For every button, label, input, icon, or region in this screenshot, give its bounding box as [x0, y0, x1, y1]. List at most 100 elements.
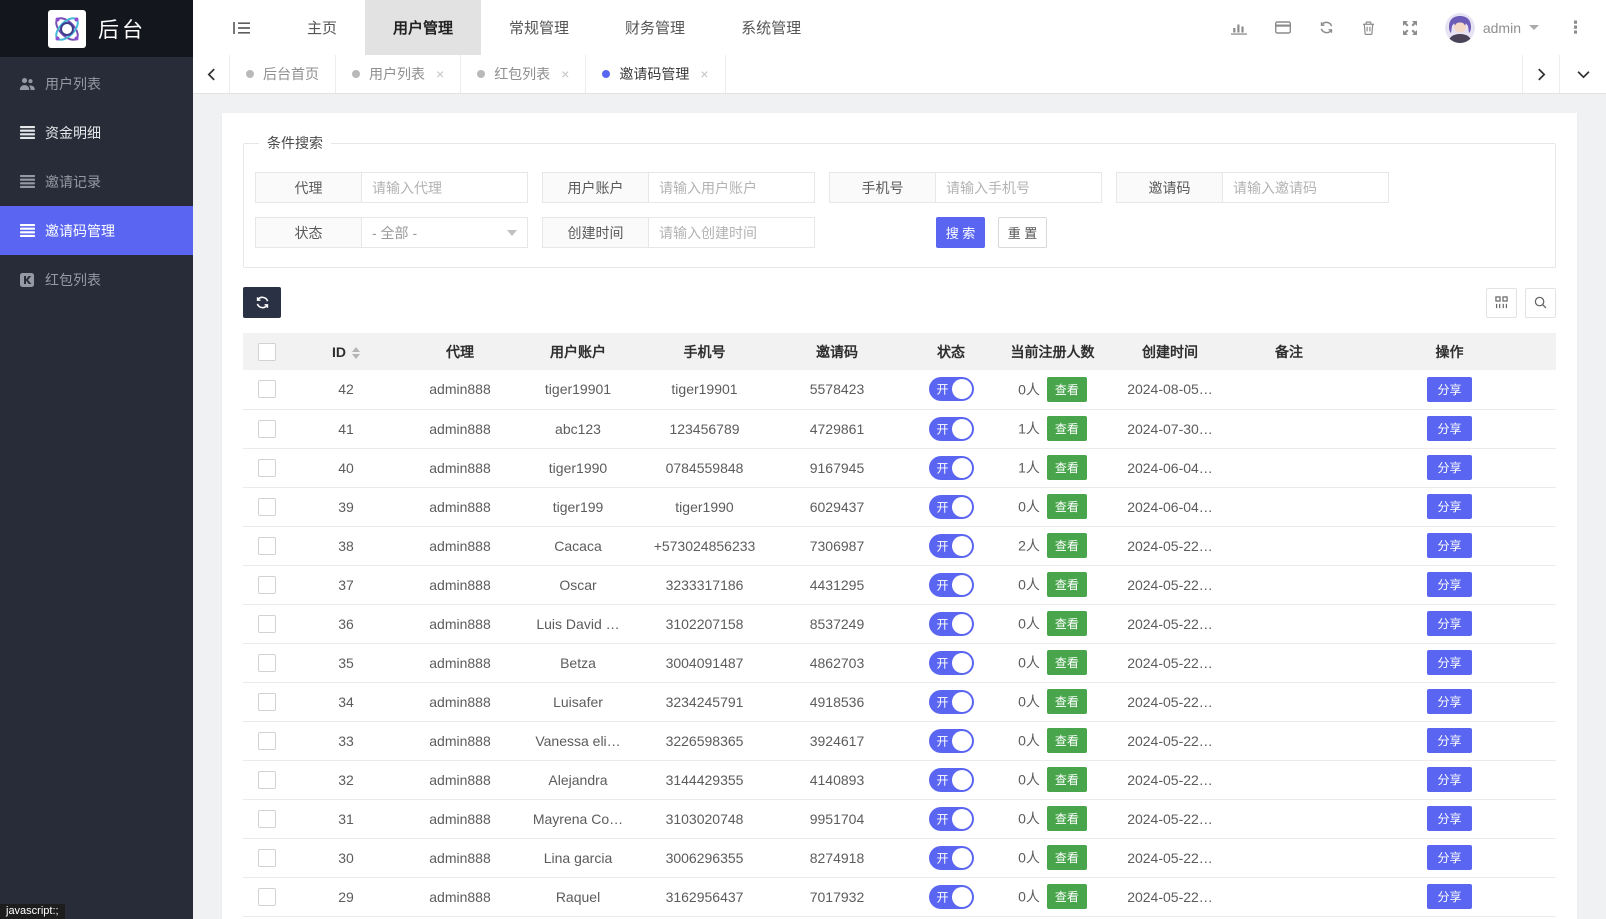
view-button[interactable]: 查看: [1047, 572, 1087, 597]
tab[interactable]: 后台首页: [230, 55, 336, 93]
phone-input[interactable]: [936, 172, 1102, 203]
share-button[interactable]: 分享: [1427, 533, 1471, 558]
agent-input[interactable]: [362, 172, 528, 203]
tab[interactable]: 用户列表 ×: [336, 55, 461, 93]
sort-icon[interactable]: [352, 347, 360, 359]
reset-button[interactable]: 重 置: [998, 217, 1047, 248]
view-button[interactable]: 查看: [1047, 845, 1087, 870]
share-button[interactable]: 分享: [1427, 572, 1471, 597]
share-button[interactable]: 分享: [1427, 806, 1471, 831]
view-button[interactable]: 查看: [1047, 416, 1087, 441]
account-input[interactable]: [649, 172, 815, 203]
top-nav-item[interactable]: 常规管理: [481, 0, 597, 55]
app-logo: 后台: [0, 0, 193, 57]
sidebar-item[interactable]: 资金明细: [0, 108, 193, 157]
status-toggle[interactable]: 开: [929, 807, 974, 831]
row-checkbox[interactable]: [258, 810, 276, 828]
status-toggle[interactable]: 开: [929, 456, 974, 480]
share-button[interactable]: 分享: [1427, 611, 1471, 636]
tabs-scroll-left-icon[interactable]: [193, 55, 230, 93]
search-button[interactable]: 搜 索: [936, 217, 985, 248]
tab[interactable]: 邀请码管理 ×: [586, 55, 725, 93]
share-button[interactable]: 分享: [1427, 416, 1471, 441]
user-menu[interactable]: admin: [1445, 13, 1539, 43]
row-checkbox[interactable]: [258, 888, 276, 906]
top-nav-item[interactable]: 系统管理: [713, 0, 829, 55]
row-checkbox[interactable]: [258, 732, 276, 750]
status-toggle[interactable]: 开: [929, 846, 974, 870]
users-icon: [18, 77, 36, 91]
share-button[interactable]: 分享: [1427, 377, 1471, 402]
columns-grid-icon[interactable]: [1486, 288, 1517, 318]
status-toggle[interactable]: 开: [929, 729, 974, 753]
sidebar-item[interactable]: 邀请记录: [0, 157, 193, 206]
share-button[interactable]: 分享: [1427, 689, 1471, 714]
tabs-menu-chevron-down-icon[interactable]: [1559, 55, 1606, 93]
expand-icon[interactable]: [1403, 21, 1417, 35]
row-checkbox[interactable]: [258, 654, 276, 672]
view-button[interactable]: 查看: [1047, 884, 1087, 909]
tab[interactable]: 红包列表 ×: [461, 55, 586, 93]
status-toggle[interactable]: 开: [929, 885, 974, 909]
view-button[interactable]: 查看: [1047, 728, 1087, 753]
view-button[interactable]: 查看: [1047, 650, 1087, 675]
refresh-icon[interactable]: [1319, 21, 1334, 34]
row-checkbox[interactable]: [258, 849, 276, 867]
tab-close-icon[interactable]: ×: [561, 66, 569, 82]
created-time-input[interactable]: [649, 217, 815, 248]
row-checkbox[interactable]: [258, 498, 276, 516]
view-button[interactable]: 查看: [1047, 455, 1087, 480]
view-button[interactable]: 查看: [1047, 806, 1087, 831]
row-checkbox[interactable]: [258, 537, 276, 555]
row-checkbox[interactable]: [258, 459, 276, 477]
status-toggle[interactable]: 开: [929, 534, 974, 558]
status-toggle[interactable]: 开: [929, 573, 974, 597]
row-checkbox[interactable]: [258, 615, 276, 633]
sidebar-item[interactable]: 红包列表: [0, 255, 193, 304]
status-toggle[interactable]: 开: [929, 651, 974, 675]
tabs-scroll-right-icon[interactable]: [1522, 55, 1559, 93]
status-toggle[interactable]: 开: [929, 612, 974, 636]
row-checkbox[interactable]: [258, 380, 276, 398]
row-checkbox[interactable]: [258, 420, 276, 438]
status-toggle[interactable]: 开: [929, 768, 974, 792]
view-button[interactable]: 查看: [1047, 767, 1087, 792]
view-button[interactable]: 查看: [1047, 377, 1087, 402]
top-nav-item[interactable]: 主页: [279, 0, 365, 55]
status-toggle[interactable]: 开: [929, 417, 974, 441]
sidebar-item[interactable]: 邀请码管理: [0, 206, 193, 255]
collapse-sidebar-icon[interactable]: [233, 0, 251, 55]
status-toggle[interactable]: 开: [929, 495, 974, 519]
view-button[interactable]: 查看: [1047, 689, 1087, 714]
tab-close-icon[interactable]: ×: [700, 66, 708, 82]
share-button[interactable]: 分享: [1427, 767, 1471, 792]
sidebar-item[interactable]: 用户列表: [0, 59, 193, 108]
view-button[interactable]: 查看: [1047, 611, 1087, 636]
select-all-checkbox[interactable]: [258, 343, 276, 361]
credit-card-icon[interactable]: [1275, 21, 1291, 34]
share-button[interactable]: 分享: [1427, 650, 1471, 675]
share-button[interactable]: 分享: [1427, 728, 1471, 753]
share-button[interactable]: 分享: [1427, 884, 1471, 909]
tab-close-icon[interactable]: ×: [436, 66, 444, 82]
top-nav-item[interactable]: 财务管理: [597, 0, 713, 55]
bar-chart-icon[interactable]: [1231, 21, 1247, 35]
share-button[interactable]: 分享: [1427, 845, 1471, 870]
search-table-icon[interactable]: [1525, 288, 1556, 318]
status-toggle[interactable]: 开: [929, 690, 974, 714]
cell-remark: [1235, 760, 1343, 799]
trash-icon[interactable]: [1362, 21, 1375, 35]
invite-code-input[interactable]: [1223, 172, 1389, 203]
status-select[interactable]: - 全部 -: [362, 217, 528, 248]
row-checkbox[interactable]: [258, 771, 276, 789]
row-checkbox[interactable]: [258, 576, 276, 594]
view-button[interactable]: 查看: [1047, 494, 1087, 519]
view-button[interactable]: 查看: [1047, 533, 1087, 558]
status-toggle[interactable]: 开: [929, 377, 974, 401]
refresh-table-button[interactable]: [243, 287, 281, 318]
row-checkbox[interactable]: [258, 693, 276, 711]
share-button[interactable]: 分享: [1427, 455, 1471, 480]
share-button[interactable]: 分享: [1427, 494, 1471, 519]
top-nav-item[interactable]: 用户管理: [365, 0, 481, 55]
more-vertical-icon[interactable]: ⋮: [1567, 18, 1584, 38]
